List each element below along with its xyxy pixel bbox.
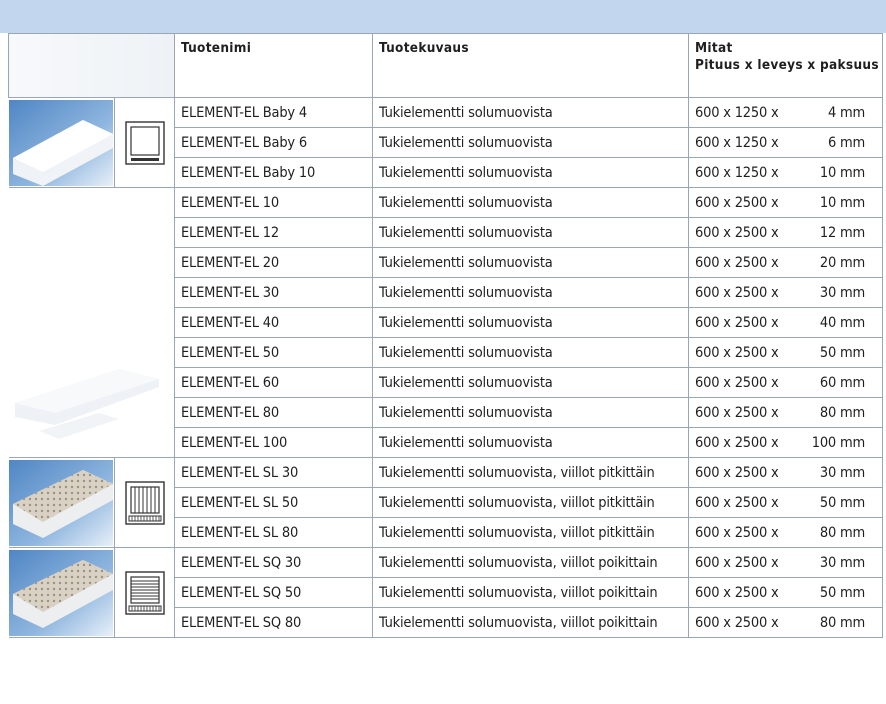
table-row: ELEMENT-EL 10 Tukielementti solumuovista… bbox=[8, 187, 883, 458]
transverse-slits-icon bbox=[114, 547, 175, 638]
product-name: ELEMENT-EL 20 bbox=[174, 247, 373, 278]
product-dimensions: 600 x 2500 x 80 mm bbox=[688, 517, 883, 548]
product-name: ELEMENT-EL SQ 80 bbox=[174, 607, 373, 638]
product-name: ELEMENT-EL 10 bbox=[174, 187, 373, 218]
product-dimensions: 600 x 2500 x 50 mm bbox=[688, 487, 883, 518]
product-name: ELEMENT-EL SL 30 bbox=[174, 457, 373, 488]
table-body: ELEMENT-EL Baby 4 Tukielementti solumuov… bbox=[8, 97, 883, 638]
product-description: Tukielementti solumuovista bbox=[372, 427, 689, 458]
product-name: ELEMENT-EL 50 bbox=[174, 337, 373, 368]
product-description: Tukielementti solumuovista, viillot pitk… bbox=[372, 457, 689, 488]
product-dimensions: 600 x 2500 x 30 mm bbox=[688, 277, 883, 308]
product-dimensions: 600 x 2500 x 100 mm bbox=[688, 427, 883, 458]
header-dimensions-title: Mitat bbox=[695, 40, 733, 56]
product-description: Tukielementti solumuovista bbox=[372, 397, 689, 428]
product-table-wrapper: Tuotenimi Tuotekuvaus Mitat Pituus x lev… bbox=[8, 33, 883, 693]
product-dimensions: 600 x 2500 x 60 mm bbox=[688, 367, 883, 398]
product-description: Tukielementti solumuovista, viillot pitk… bbox=[372, 517, 689, 548]
slit-board-thumbnail bbox=[8, 457, 115, 548]
product-name: ELEMENT-EL 40 bbox=[174, 307, 373, 338]
table-row: ELEMENT-EL SQ 30 Tukielementti solumuovi… bbox=[8, 547, 883, 638]
product-description: Tukielementti solumuovista, viillot pitk… bbox=[372, 487, 689, 518]
product-description: Tukielementti solumuovista bbox=[372, 307, 689, 338]
product-description: Tukielementti solumuovista bbox=[372, 157, 689, 188]
product-dimensions: 600 x 2500 x 40 mm bbox=[688, 307, 883, 338]
plain-board-icon bbox=[114, 97, 175, 188]
product-description: Tukielementti solumuovista bbox=[372, 127, 689, 158]
product-dimensions: 600 x 2500 x 30 mm bbox=[688, 457, 883, 488]
product-name: ELEMENT-EL Baby 6 bbox=[174, 127, 373, 158]
product-description: Tukielementti solumuovista bbox=[372, 187, 689, 218]
slit-board-thumbnail-image bbox=[9, 549, 114, 636]
product-name: ELEMENT-EL Baby 4 bbox=[174, 97, 373, 128]
product-table: Tuotenimi Tuotekuvaus Mitat Pituus x lev… bbox=[8, 33, 883, 638]
foam-board-thumbnail bbox=[8, 97, 115, 188]
table-row: ELEMENT-EL Baby 4 Tukielementti solumuov… bbox=[8, 97, 883, 188]
foam-board-thumbnail-image bbox=[9, 99, 114, 186]
header-row: Tuotenimi Tuotekuvaus Mitat Pituus x lev… bbox=[8, 33, 883, 98]
product-dimensions: 600 x 2500 x 12 mm bbox=[688, 217, 883, 248]
slit-board-thumbnail bbox=[8, 547, 115, 638]
header-product-name: Tuotenimi bbox=[174, 33, 373, 98]
product-description: Tukielementti solumuovista, viillot poik… bbox=[372, 577, 689, 608]
product-name: ELEMENT-EL 30 bbox=[174, 277, 373, 308]
slit-board-thumbnail-image bbox=[9, 459, 114, 546]
product-dimensions: 600 x 2500 x 10 mm bbox=[688, 187, 883, 218]
header-dimensions: Mitat Pituus x leveys x paksuus bbox=[688, 33, 883, 98]
longitudinal-slits-icon bbox=[114, 457, 175, 548]
table-row: ELEMENT-EL SL 30 Tukielementti solumuovi… bbox=[8, 457, 883, 548]
product-description: Tukielementti solumuovista bbox=[372, 97, 689, 128]
product-name: ELEMENT-EL Baby 10 bbox=[174, 157, 373, 188]
product-dimensions: 600 x 1250 x6 mm bbox=[688, 127, 883, 158]
header-band bbox=[0, 0, 886, 33]
product-dimensions: 600 x 2500 x 80 mm bbox=[688, 607, 883, 638]
product-dimensions: 600 x 2500 x 50 mm bbox=[688, 337, 883, 368]
product-dimensions: 600 x 2500 x 20 mm bbox=[688, 247, 883, 278]
product-name: ELEMENT-EL 80 bbox=[174, 397, 373, 428]
product-description: Tukielementti solumuovista, viillot poik… bbox=[372, 547, 689, 578]
product-dimensions: 600 x 2500 x 50 mm bbox=[688, 577, 883, 608]
foam-board-faded-thumbnail bbox=[8, 187, 175, 458]
product-dimensions: 600 x 1250 x4 mm bbox=[688, 97, 883, 128]
header-image-cell bbox=[8, 33, 175, 98]
foam-board-faded-thumbnail-image bbox=[9, 192, 174, 453]
product-name: ELEMENT-EL SQ 50 bbox=[174, 577, 373, 608]
product-name: ELEMENT-EL 12 bbox=[174, 217, 373, 248]
product-description: Tukielementti solumuovista bbox=[372, 247, 689, 278]
product-dimensions: 600 x 2500 x 30 mm bbox=[688, 547, 883, 578]
header-dimensions-subtitle: Pituus x leveys x paksuus bbox=[695, 57, 879, 73]
product-description: Tukielementti solumuovista bbox=[372, 277, 689, 308]
product-description: Tukielementti solumuovista, viillot poik… bbox=[372, 607, 689, 638]
product-name: ELEMENT-EL SL 80 bbox=[174, 517, 373, 548]
product-name: ELEMENT-EL SQ 30 bbox=[174, 547, 373, 578]
product-description: Tukielementti solumuovista bbox=[372, 217, 689, 248]
product-dimensions: 600 x 2500 x 80 mm bbox=[688, 397, 883, 428]
product-description: Tukielementti solumuovista bbox=[372, 367, 689, 398]
header-description: Tuotekuvaus bbox=[372, 33, 689, 98]
product-sheet: Tuotenimi Tuotekuvaus Mitat Pituus x lev… bbox=[0, 0, 886, 704]
product-name: ELEMENT-EL 100 bbox=[174, 427, 373, 458]
product-description: Tukielementti solumuovista bbox=[372, 337, 689, 368]
product-dimensions: 600 x 1250 x 10 mm bbox=[688, 157, 883, 188]
product-name: ELEMENT-EL SL 50 bbox=[174, 487, 373, 518]
table-header: Tuotenimi Tuotekuvaus Mitat Pituus x lev… bbox=[8, 33, 883, 98]
product-name: ELEMENT-EL 60 bbox=[174, 367, 373, 398]
